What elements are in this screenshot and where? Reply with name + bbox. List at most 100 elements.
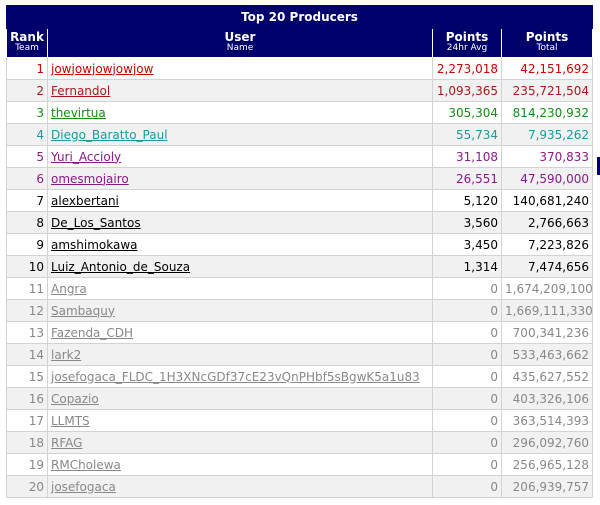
table-row: 1 jowjowjowjowjow 2,273,018 42,151,692 [6, 57, 594, 80]
top-producers-panel: Top 20 Producers Rank Team User Name Poi… [5, 5, 594, 498]
user-cell: Sambaquy [47, 299, 433, 322]
table-row: 10 Luiz_Antonio_de_Souza 1,314 7,474,656 [6, 255, 594, 278]
user-link[interactable]: omesmojairo [51, 172, 129, 186]
table-row: 12 Sambaquy 0 1,669,111,330 [6, 299, 594, 322]
user-link[interactable]: jowjowjowjowjow [51, 62, 153, 76]
points-24hr-cell: 1,314 [432, 255, 502, 278]
rank-header[interactable]: Rank Team [6, 28, 48, 58]
rank-cell: 2 [6, 79, 48, 102]
user-link[interactable]: thevirtua [51, 106, 106, 120]
rank-cell: 9 [6, 233, 48, 256]
table-row: 14 lark2 0 533,463,662 [6, 343, 594, 366]
rank-cell: 11 [6, 277, 48, 300]
table-header-row: Rank Team User Name Points 24hr Avg Poin… [6, 28, 594, 58]
rank-cell: 7 [6, 189, 48, 212]
points-24hr-cell: 2,273,018 [432, 57, 502, 80]
user-link[interactable]: Sambaquy [51, 304, 115, 318]
user-cell: Yuri_Accioly [47, 145, 433, 168]
rank-cell: 4 [6, 123, 48, 146]
points-24hr-cell: 26,551 [432, 167, 502, 190]
user-link[interactable]: josefogaca_FLDC_1H3XNcGDf37cE23vQnPHbf5s… [51, 370, 420, 384]
user-link[interactable]: josefogaca [51, 480, 116, 494]
points-24hr-header[interactable]: Points 24hr Avg [432, 28, 502, 58]
user-cell: josefogaca_FLDC_1H3XNcGDf37cE23vQnPHbf5s… [47, 365, 433, 388]
points-total-header-sub: Total [536, 43, 558, 53]
rank-cell: 6 [6, 167, 48, 190]
table-row: 4 Diego_Baratto_Paul 55,734 7,935,262 [6, 123, 594, 146]
user-header-label: User [224, 30, 256, 44]
user-header[interactable]: User Name [47, 28, 433, 58]
user-link[interactable]: RMCholewa [51, 458, 121, 472]
user-link[interactable]: Angra [51, 282, 87, 296]
table-row: 15 josefogaca_FLDC_1H3XNcGDf37cE23vQnPHbf… [6, 365, 594, 388]
points-total-header[interactable]: Points Total [500, 28, 594, 58]
user-link[interactable]: Fazenda_CDH [51, 326, 133, 340]
points-24hr-cell: 5,120 [432, 189, 502, 212]
points-24hr-cell: 0 [432, 343, 502, 366]
points-total-cell: 256,965,128 [500, 453, 594, 476]
points-total-cell: 403,326,106 [500, 387, 594, 410]
user-link[interactable]: Diego_Baratto_Paul [51, 128, 168, 142]
points-total-cell: 7,223,826 [500, 233, 594, 256]
rank-cell: 18 [6, 431, 48, 454]
rank-cell: 16 [6, 387, 48, 410]
points-24hr-cell: 0 [432, 431, 502, 454]
user-link[interactable]: Luiz_Antonio_de_Souza [51, 260, 190, 274]
points-total-cell: 363,514,393 [500, 409, 594, 432]
rank-cell: 20 [6, 475, 48, 498]
points-total-cell: 47,590,000 [500, 167, 594, 190]
producers-table: Top 20 Producers Rank Team User Name Poi… [5, 5, 594, 498]
rank-cell: 14 [6, 343, 48, 366]
user-cell: RMCholewa [47, 453, 433, 476]
points-total-cell: 700,341,236 [500, 321, 594, 344]
points-total-cell: 7,935,262 [500, 123, 594, 146]
user-link[interactable]: Fernandol [51, 84, 110, 98]
table-row: 6 omesmojairo 26,551 47,590,000 [6, 167, 594, 190]
points-total-cell: 140,681,240 [500, 189, 594, 212]
user-cell: Copazio [47, 387, 433, 410]
rank-cell: 5 [6, 145, 48, 168]
points-total-cell: 42,151,692 [500, 57, 594, 80]
table-row: 17 LLMTS 0 363,514,393 [6, 409, 594, 432]
user-cell: LLMTS [47, 409, 433, 432]
user-cell: lark2 [47, 343, 433, 366]
rank-cell: 17 [6, 409, 48, 432]
user-link[interactable]: amshimokawa [51, 238, 138, 252]
user-link[interactable]: RFAG [51, 436, 82, 450]
points-total-cell: 370,833 [500, 145, 594, 168]
user-link[interactable]: De_Los_Santos [51, 216, 141, 230]
points-total-cell: 235,721,504 [500, 79, 594, 102]
points-total-cell: 206,939,757 [500, 475, 594, 498]
user-header-sub: Name [226, 43, 254, 53]
user-cell: De_Los_Santos [47, 211, 433, 234]
points-24hr-cell: 0 [432, 453, 502, 476]
table-title: Top 20 Producers [5, 5, 594, 29]
user-link[interactable]: lark2 [51, 348, 81, 362]
user-cell: Fazenda_CDH [47, 321, 433, 344]
user-link[interactable]: Copazio [51, 392, 99, 406]
points-24hr-cell: 0 [432, 321, 502, 344]
user-cell: alexbertani [47, 189, 433, 212]
table-row: 3 thevirtua 305,304 814,230,932 [6, 101, 594, 124]
user-link[interactable]: LLMTS [51, 414, 90, 428]
points-24hr-cell: 0 [432, 409, 502, 432]
user-cell: RFAG [47, 431, 433, 454]
user-cell: Fernandol [47, 79, 433, 102]
table-row: 9 amshimokawa 3,450 7,223,826 [6, 233, 594, 256]
user-cell: Angra [47, 277, 433, 300]
points-24hr-cell: 0 [432, 387, 502, 410]
points-24hr-cell: 55,734 [432, 123, 502, 146]
rank-header-label: Rank [10, 30, 44, 44]
rank-header-sub: Team [15, 43, 39, 53]
points-24hr-cell: 0 [432, 365, 502, 388]
rank-cell: 10 [6, 255, 48, 278]
user-cell: Diego_Baratto_Paul [47, 123, 433, 146]
table-row: 20 josefogaca 0 206,939,757 [6, 475, 594, 498]
user-link[interactable]: Yuri_Accioly [51, 150, 121, 164]
points-total-cell: 1,674,209,100 [500, 277, 594, 300]
rank-cell: 3 [6, 101, 48, 124]
user-link[interactable]: alexbertani [51, 194, 119, 208]
points-24hr-cell: 31,108 [432, 145, 502, 168]
user-cell: omesmojairo [47, 167, 433, 190]
table-row: 5 Yuri_Accioly 31,108 370,833 [6, 145, 594, 168]
